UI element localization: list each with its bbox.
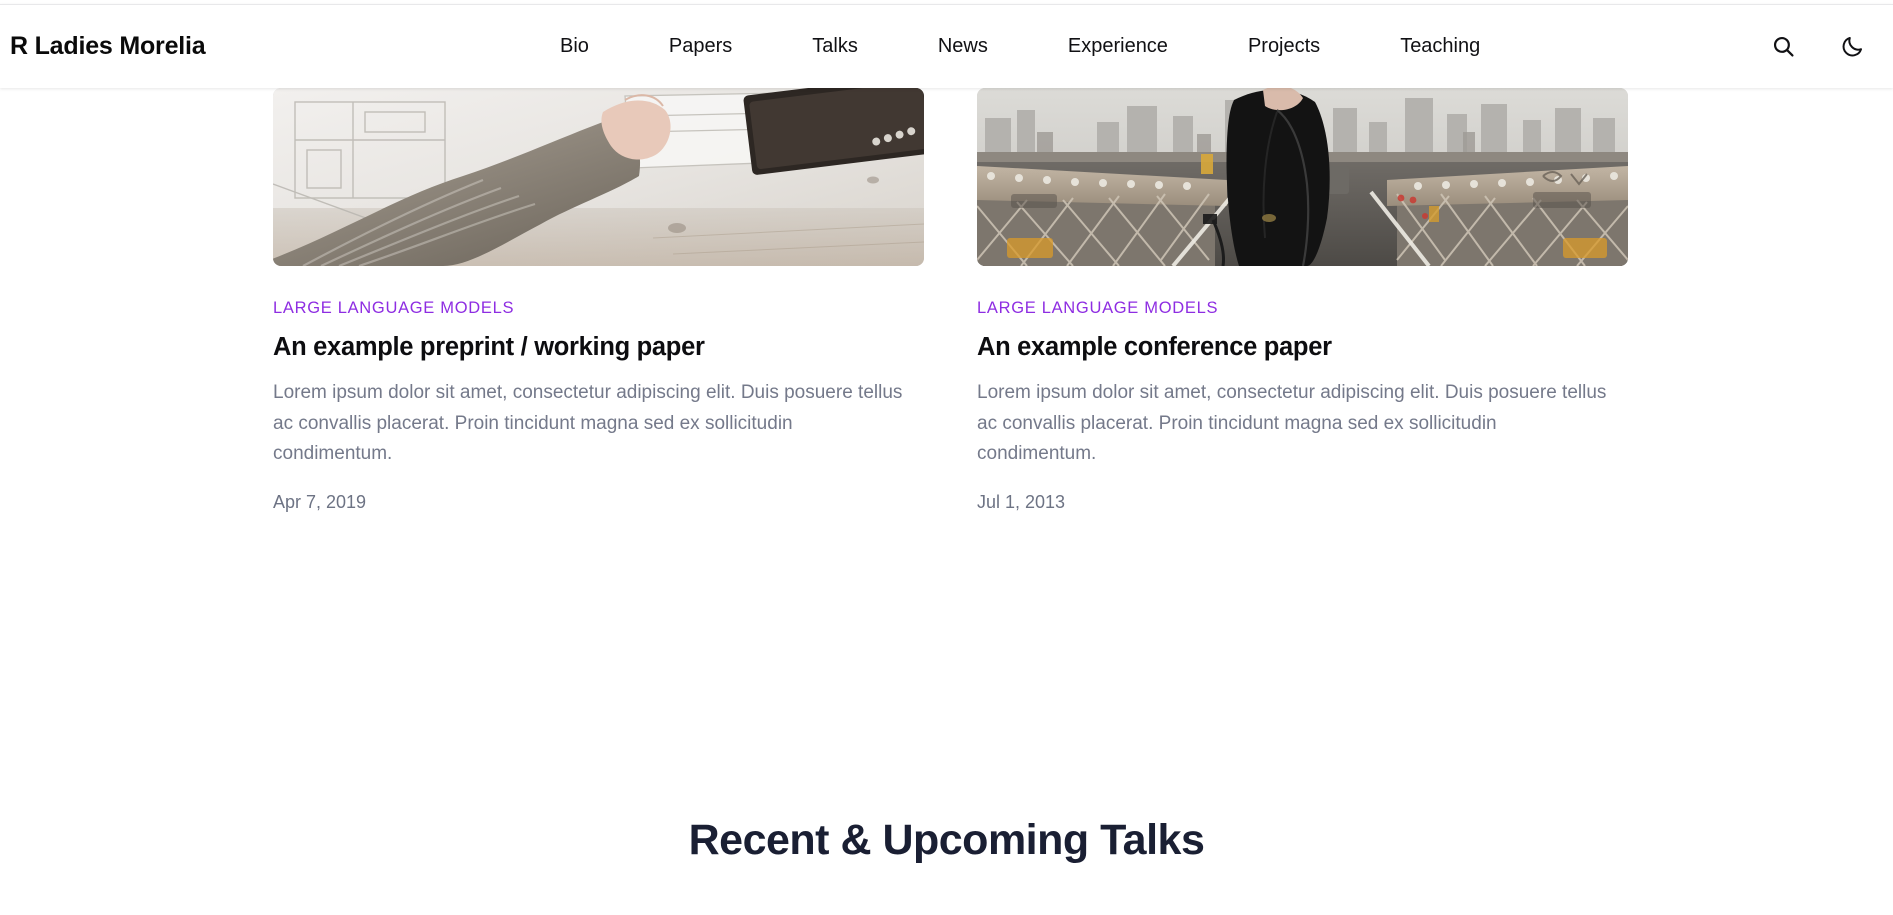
card-summary: Lorem ipsum dolor sit amet, consectetur …	[273, 378, 913, 470]
nav-item-teaching: Teaching	[1360, 35, 1520, 58]
nav-link-papers[interactable]: Papers	[629, 35, 772, 58]
card-thumbnail-image[interactable]	[273, 88, 924, 266]
card-title-link[interactable]: An example conference paper	[977, 332, 1628, 364]
nav-item-projects: Projects	[1208, 35, 1360, 58]
brooklyn-bridge-photo	[977, 88, 1628, 266]
card-date: Jul 1, 2013	[977, 492, 1628, 513]
nav-link-talks[interactable]: Talks	[772, 35, 898, 58]
site-navbar: R Ladies Morelia Bio Papers Talks News E…	[0, 4, 1893, 88]
publication-card: Large Language Models An example confere…	[977, 88, 1628, 513]
card-thumbnail-image[interactable]	[977, 88, 1628, 266]
navbar-actions	[1770, 34, 1865, 60]
dark-mode-icon[interactable]	[1839, 34, 1865, 60]
nav-link-experience[interactable]: Experience	[1028, 35, 1208, 58]
nav-item-experience: Experience	[1028, 35, 1208, 58]
card-title-link[interactable]: An example preprint / working paper	[273, 332, 924, 364]
nav-link-bio[interactable]: Bio	[520, 35, 629, 58]
primary-navigation: Bio Papers Talks News Experience Project…	[520, 35, 1520, 58]
nav-link-news[interactable]: News	[898, 35, 1028, 58]
nav-item-news: News	[898, 35, 1028, 58]
desk-sketches-photo	[273, 88, 924, 266]
card-category-link[interactable]: Large Language Models	[977, 299, 1218, 318]
publication-card: Large Language Models An example preprin…	[273, 88, 924, 513]
talks-section-heading: Recent & Upcoming Talks	[0, 816, 1893, 865]
card-summary: Lorem ipsum dolor sit amet, consectetur …	[977, 378, 1617, 470]
search-icon[interactable]	[1770, 34, 1796, 60]
nav-item-papers: Papers	[629, 35, 772, 58]
card-category-link[interactable]: Large Language Models	[273, 299, 514, 318]
site-brand-link[interactable]: R Ladies Morelia	[10, 32, 205, 61]
nav-link-projects[interactable]: Projects	[1208, 35, 1360, 58]
nav-item-talks: Talks	[772, 35, 898, 58]
card-date: Apr 7, 2019	[273, 492, 924, 513]
nav-item-bio: Bio	[520, 35, 629, 58]
publication-card-grid: Large Language Models An example preprin…	[273, 88, 1628, 513]
nav-link-teaching[interactable]: Teaching	[1360, 35, 1520, 58]
